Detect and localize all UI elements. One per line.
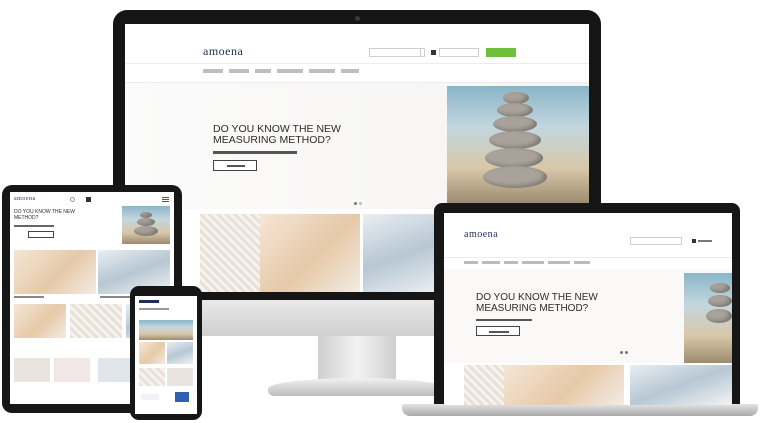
search-input[interactable]: [369, 48, 421, 57]
nav-item-2[interactable]: [229, 69, 249, 73]
stone-3: [493, 116, 537, 132]
phone-tile-1[interactable]: [139, 342, 165, 364]
stone-5: [485, 148, 543, 168]
laptop-search-input[interactable]: [630, 237, 682, 245]
phone-hero-image: [139, 320, 193, 340]
tablet-tile-woman[interactable]: [14, 250, 96, 294]
stone-6: [483, 166, 547, 188]
tablet-logo[interactable]: amoena: [14, 196, 36, 202]
cart-icon[interactable]: [431, 50, 436, 55]
laptop-carousel-dot-2[interactable]: [625, 351, 628, 354]
nav-item-3[interactable]: [255, 69, 271, 73]
phone-hero-text: [139, 308, 169, 310]
laptop-stones-image: [684, 273, 732, 363]
stone-4: [489, 131, 541, 149]
tablet-tile-3[interactable]: [14, 304, 66, 338]
tablet-tile-4[interactable]: [70, 304, 122, 338]
tablet-caption-1: [14, 296, 44, 298]
laptop-hero-title-2: MEASURING METHOD?: [476, 303, 589, 314]
laptop-tile-lace[interactable]: [464, 365, 504, 405]
phone-tile-4[interactable]: [167, 368, 193, 386]
phone-tile-5[interactable]: [141, 394, 159, 400]
tablet-caption-2: [100, 296, 130, 298]
phone-tile-3[interactable]: [139, 368, 165, 386]
tablet-tile-6[interactable]: [14, 358, 50, 382]
stone-2: [497, 103, 533, 117]
hero-stones-image: [447, 86, 589, 204]
carousel-dot-2[interactable]: [359, 202, 362, 205]
carousel-dot-1[interactable]: [354, 202, 357, 205]
tablet-tile-7[interactable]: [54, 358, 90, 382]
product-tile-lace[interactable]: [200, 214, 260, 292]
tablet-hero-button[interactable]: [28, 231, 54, 238]
laptop-base: [402, 404, 758, 416]
tablet-search-icon[interactable]: [70, 197, 75, 202]
monitor-stand: [318, 336, 396, 382]
laptop-nav: [464, 261, 644, 265]
tablet-hero-subtitle: [14, 225, 54, 227]
nav-item-5[interactable]: [309, 69, 335, 73]
phone-screen: [135, 296, 197, 414]
laptop-header-divider: [444, 257, 732, 258]
search-icon[interactable]: [421, 48, 425, 57]
tablet-hero-title-2: METHOD?: [14, 215, 39, 221]
laptop-hero-button[interactable]: [476, 326, 520, 336]
laptop-carousel-dot-1[interactable]: [620, 351, 623, 354]
hero-subtitle: [213, 151, 297, 154]
laptop-tile-hand[interactable]: [630, 365, 732, 405]
phone-blue-tile[interactable]: [175, 392, 189, 402]
laptop-logo[interactable]: amoena: [464, 229, 498, 240]
phone-logo[interactable]: [139, 300, 159, 303]
laptop-cart-icon[interactable]: [692, 239, 696, 243]
tablet-stones-image: [122, 206, 170, 244]
tablet-tile-8[interactable]: [98, 358, 134, 382]
product-tile-woman[interactable]: [260, 214, 360, 292]
laptop-tile-woman[interactable]: [504, 365, 624, 405]
main-nav: [203, 69, 403, 77]
phone-tile-2[interactable]: [167, 342, 193, 364]
nav-item-4[interactable]: [277, 69, 303, 73]
camera-icon: [355, 16, 360, 21]
cart-field[interactable]: [439, 48, 479, 57]
hero-title-line-2: MEASURING METHOD?: [213, 134, 331, 146]
laptop-cart-label[interactable]: [698, 240, 712, 242]
site-logo[interactable]: amoena: [203, 44, 243, 59]
tablet-cart-icon[interactable]: [86, 197, 91, 202]
laptop-hero-subtitle: [476, 319, 532, 321]
laptop-screen: amoena DO YOU KNOW THE NEW MEASURING MET…: [444, 213, 732, 405]
monitor-base: [268, 378, 446, 396]
nav-item-1[interactable]: [203, 69, 223, 73]
green-button[interactable]: [486, 48, 516, 57]
nav-item-6[interactable]: [341, 69, 359, 73]
hero-button[interactable]: [213, 160, 257, 171]
tablet-menu-icon[interactable]: [162, 197, 169, 198]
header-divider: [125, 63, 589, 64]
